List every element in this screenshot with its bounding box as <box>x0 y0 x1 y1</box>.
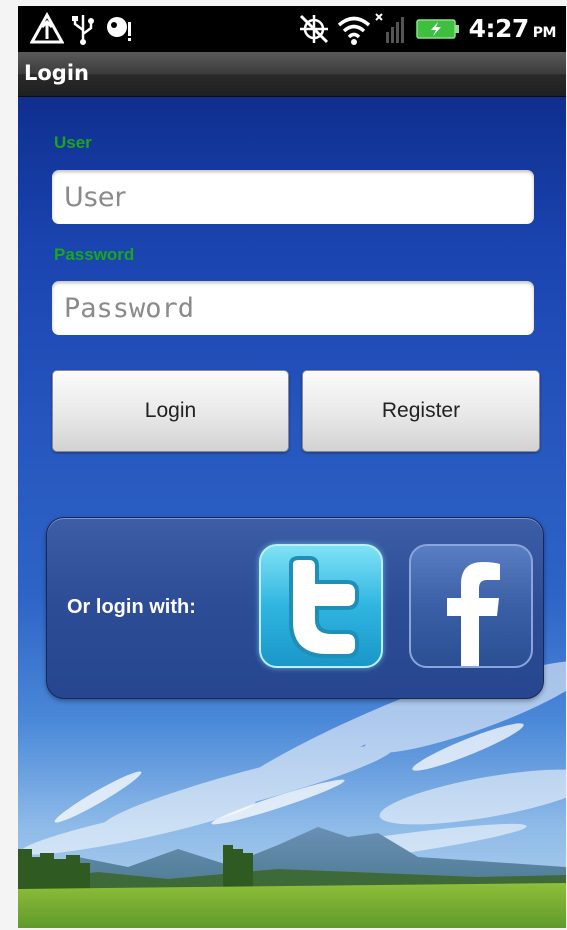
register-button-label: Register <box>381 399 461 422</box>
wifi-icon <box>336 12 372 50</box>
register-button[interactable]: Register <box>302 370 540 452</box>
usb-icon <box>70 12 96 50</box>
phone-screen: 4:27 PM Login User User Password Login R… <box>18 6 566 928</box>
login-button-label: Login <box>144 399 197 422</box>
time-text: 4:27 <box>468 14 530 43</box>
signal-icon <box>374 12 408 50</box>
status-bar-time: 4:27 PM <box>468 14 557 43</box>
password-input[interactable] <box>52 281 534 335</box>
password-label: Password <box>54 245 135 264</box>
page-title: Login <box>24 61 89 85</box>
facebook-login-button[interactable] <box>409 544 533 668</box>
twitter-login-button[interactable] <box>259 544 383 668</box>
battery-icon <box>416 18 460 44</box>
login-button[interactable]: Login <box>52 370 289 452</box>
social-login-panel: Or login with: <box>46 517 544 699</box>
twitter-icon <box>289 556 359 658</box>
gps-off-icon <box>296 12 332 50</box>
facebook-icon <box>447 562 500 666</box>
alert-triangle-icon <box>29 11 65 50</box>
user-input[interactable] <box>52 170 534 224</box>
status-bar: 4:27 PM <box>18 6 566 52</box>
time-ampm: PM <box>532 25 557 41</box>
login-content: User Password Login Register Or login wi… <box>18 97 566 928</box>
notification-icon <box>104 12 136 50</box>
title-bar: Login <box>18 52 566 97</box>
social-login-label: Or login with: <box>67 596 196 618</box>
user-label: User <box>54 133 92 152</box>
